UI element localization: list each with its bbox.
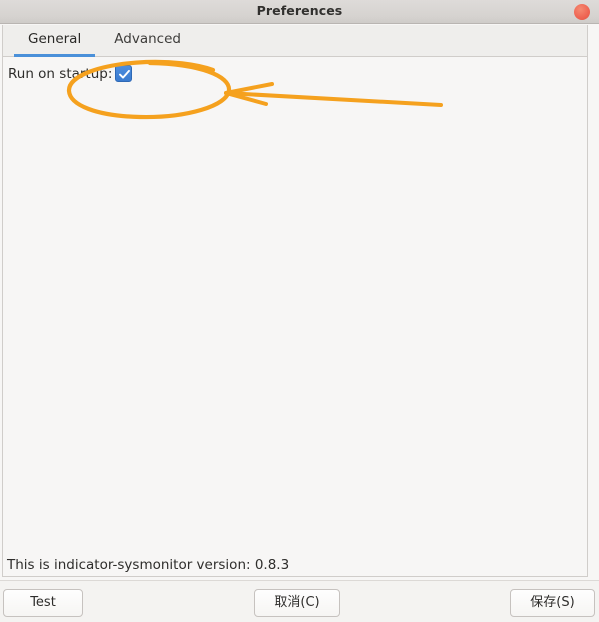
preferences-window: Preferences General Advanced Run on star… bbox=[0, 0, 599, 622]
test-button[interactable]: Test bbox=[3, 589, 83, 617]
tab-advanced[interactable]: Advanced bbox=[100, 25, 195, 57]
run-on-startup-label: Run on startup: bbox=[8, 65, 113, 82]
window-title: Preferences bbox=[256, 3, 343, 18]
status-bar: This is indicator-sysmonitor version: 0.… bbox=[2, 555, 588, 579]
tab-advanced-label: Advanced bbox=[114, 31, 181, 47]
run-on-startup-row: Run on startup: bbox=[8, 65, 133, 82]
run-on-startup-checkbox[interactable] bbox=[115, 65, 133, 82]
preferences-notebook: General Advanced Run on startup: bbox=[2, 25, 588, 577]
window-titlebar: Preferences bbox=[0, 0, 599, 24]
tab-general[interactable]: General bbox=[14, 25, 96, 57]
save-button[interactable]: 保存(S) bbox=[510, 589, 595, 617]
close-circle-icon[interactable] bbox=[574, 4, 590, 20]
dialog-action-bar: Test 取消(C) 保存(S) bbox=[0, 580, 599, 622]
version-status-label: This is indicator-sysmonitor version: 0.… bbox=[7, 557, 290, 573]
tab-bar: General Advanced bbox=[3, 25, 587, 57]
general-tab-page: Run on startup: bbox=[3, 57, 587, 576]
cancel-button[interactable]: 取消(C) bbox=[254, 589, 340, 617]
tab-general-label: General bbox=[28, 31, 82, 47]
check-mark-icon bbox=[119, 69, 131, 79]
